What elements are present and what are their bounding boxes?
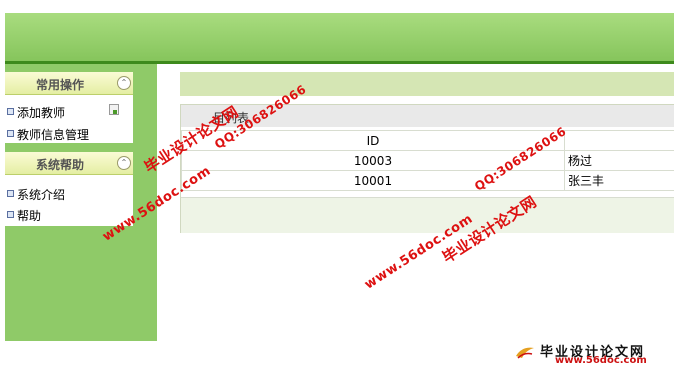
menu-item-teacher-info[interactable]: 教师信息管理 <box>5 124 133 142</box>
table-row[interactable]: 10003 杨过 <box>181 150 674 171</box>
panel-title: 常用操作 <box>35 78 84 92</box>
bullet-icon <box>7 190 14 197</box>
menu-item-system-intro[interactable]: 系统介绍 <box>5 184 133 202</box>
bullet-icon <box>7 130 14 137</box>
list-footer <box>181 197 674 233</box>
logo-url: www.56doc.com <box>555 355 647 366</box>
bullet-icon <box>7 211 14 218</box>
panel-help-header[interactable]: 系统帮助 ⌃ <box>5 152 133 175</box>
bullet-icon <box>7 108 14 115</box>
teacher-table: ID 10003 杨过 10001 张三丰 <box>181 130 674 191</box>
menu-item-help[interactable]: 帮助 <box>5 205 133 223</box>
column-header-name <box>564 130 674 151</box>
menu-item-label: 添加教师 <box>17 106 66 120</box>
panel-help-body: 系统介绍 帮助 <box>5 175 133 226</box>
panel-common-ops-header[interactable]: 常用操作 ⌃ <box>5 72 133 95</box>
cell-name: 张三丰 <box>564 170 674 191</box>
menu-item-label: 帮助 <box>17 209 42 223</box>
menu-item-label: 教师信息管理 <box>17 128 90 142</box>
collapse-icon[interactable]: ⌃ <box>117 76 131 90</box>
table-header-row: ID <box>181 130 674 151</box>
panel-common-ops-body: 添加教师 教师信息管理 <box>5 95 133 143</box>
menu-item-add-teacher[interactable]: 添加教师 <box>5 102 133 120</box>
logo-swoosh-icon <box>516 347 534 359</box>
site-logo: 毕业设计论文网 www.56doc.com <box>510 338 670 368</box>
top-header <box>5 13 674 61</box>
add-icon[interactable] <box>109 104 119 115</box>
breadcrumb-bar <box>180 72 674 96</box>
panel-title: 系统帮助 <box>35 158 84 172</box>
cell-name: 杨过 <box>564 150 674 171</box>
table-row[interactable]: 10001 张三丰 <box>181 170 674 191</box>
collapse-icon[interactable]: ⌃ <box>117 156 131 170</box>
menu-item-label: 系统介绍 <box>17 188 66 202</box>
